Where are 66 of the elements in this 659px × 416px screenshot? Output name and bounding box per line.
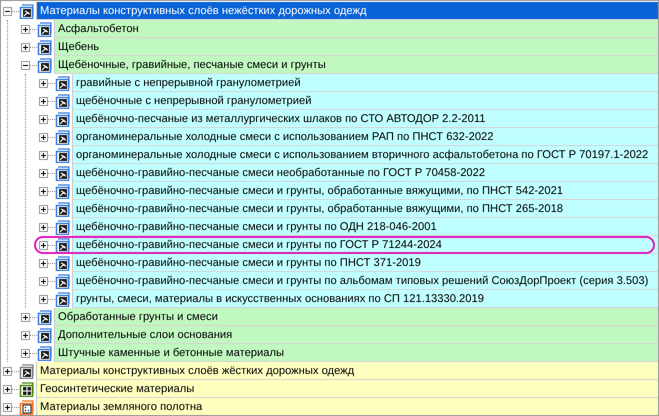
expand-toggle[interactable] bbox=[39, 240, 48, 250]
expand-toggle[interactable] bbox=[21, 42, 30, 52]
expand-toggle[interactable] bbox=[21, 24, 30, 34]
material-icon bbox=[55, 130, 70, 144]
expand-toggle[interactable] bbox=[21, 330, 30, 340]
expand-toggle[interactable] bbox=[3, 384, 12, 394]
tree-item[interactable]: щебёночно-гравийно-песчаные смеси и грунты по ПНСТ 371-2019 bbox=[72, 254, 658, 272]
tree-item[interactable]: Щебёночные, гравийные, песчаные смеси и грунты bbox=[54, 56, 658, 74]
expand-toggle[interactable] bbox=[39, 78, 48, 88]
tree-item[interactable]: Дополнительные слои основания bbox=[54, 326, 658, 344]
expand-toggle[interactable] bbox=[39, 114, 48, 124]
material-icon bbox=[37, 22, 52, 36]
expand-toggle[interactable] bbox=[39, 294, 48, 304]
material-icon bbox=[55, 94, 70, 108]
tree-item[interactable]: Материалы конструктивных слоёв нежёстких дорожных одежд bbox=[36, 2, 658, 20]
material-icon bbox=[19, 4, 34, 18]
tree-item[interactable]: Геосинтетические материалы bbox=[36, 380, 658, 398]
expand-toggle[interactable] bbox=[39, 204, 48, 214]
material-icon bbox=[55, 274, 70, 288]
material-icon bbox=[55, 256, 70, 270]
tree-item[interactable]: щебёночно-гравийно-песчаные смеси и грунты по ОДН 218-046-2001 bbox=[72, 218, 658, 236]
expand-toggle[interactable] bbox=[39, 96, 48, 106]
expand-toggle[interactable] bbox=[3, 366, 12, 376]
material-icon bbox=[55, 184, 70, 198]
tree-item[interactable]: грунты, смеси, материалы в искусственных основаниях по СП 121.13330.2019 bbox=[72, 290, 658, 308]
material-icon bbox=[55, 148, 70, 162]
material-icon bbox=[37, 58, 52, 72]
expand-toggle[interactable] bbox=[39, 222, 48, 232]
material-icon bbox=[55, 76, 70, 90]
expand-toggle[interactable] bbox=[39, 258, 48, 268]
tree-item[interactable]: гравийные с непрерывной гранулометрией bbox=[72, 74, 658, 92]
material-icon bbox=[55, 166, 70, 180]
tree-item[interactable]: щебёночно-песчаные из металлургических шлаков по СТО АВТОДОР 2.2-2011 bbox=[72, 110, 658, 128]
material-icon bbox=[37, 40, 52, 54]
expand-toggle[interactable] bbox=[3, 402, 12, 412]
expand-toggle[interactable] bbox=[21, 60, 30, 70]
tree-item[interactable]: Щебень bbox=[54, 38, 658, 56]
tree-item[interactable]: щебёночные с непрерывной гранулометрией bbox=[72, 92, 658, 110]
expand-toggle[interactable] bbox=[39, 150, 48, 160]
tree-item[interactable]: органоминеральные холодные смеси с использованием вторичного асфальтобетона по ГОСТ Р 70197.1-2022 bbox=[72, 146, 658, 164]
expand-toggle[interactable] bbox=[39, 132, 48, 142]
tree-item[interactable]: щебёночно-гравийно-песчаные смеси и грунты, обработанные вяжущими, по ПНСТ 265-2018 bbox=[72, 200, 658, 218]
tree-item[interactable]: Штучные каменные и бетонные материалы bbox=[54, 344, 658, 362]
expand-toggle[interactable] bbox=[21, 312, 30, 322]
material-icon bbox=[55, 292, 70, 306]
material-icon bbox=[55, 112, 70, 126]
material-icon bbox=[55, 202, 70, 216]
material-icon bbox=[37, 346, 52, 360]
material-icon bbox=[55, 238, 70, 252]
tree-item[interactable]: Материалы земляного полотна bbox=[36, 398, 658, 415]
tree-item[interactable]: Асфальтобетон bbox=[54, 20, 658, 38]
tree-item[interactable]: Материалы конструктивных слоёв жёстких дорожных одежд bbox=[36, 362, 658, 380]
material-icon bbox=[55, 220, 70, 234]
material-icon bbox=[19, 382, 34, 396]
tree-item[interactable]: щебёночно-гравийно-песчаные смеси и грунты по альбомам типовых решений СоюзДорПроект (серия 3.503) bbox=[72, 272, 658, 290]
expand-toggle[interactable] bbox=[3, 6, 12, 16]
expand-toggle[interactable] bbox=[39, 168, 48, 178]
expand-toggle[interactable] bbox=[21, 348, 30, 358]
tree-item[interactable]: органоминеральные холодные смеси с использованием РАП по ПНСТ 632-2022 bbox=[72, 128, 658, 146]
expand-toggle[interactable] bbox=[39, 276, 48, 286]
tree-item[interactable]: щебёночно-гравийно-песчаные смеси необработанные по ГОСТ Р 70458-2022 bbox=[72, 164, 658, 182]
material-icon bbox=[37, 310, 52, 324]
tree-item[interactable]: щебёночно-гравийно-песчаные смеси и грунты, обработанные вяжущими, по ПНСТ 542-2021 bbox=[72, 182, 658, 200]
material-icon bbox=[37, 328, 52, 342]
tree-item[interactable]: Обработанные грунты и смеси bbox=[54, 308, 658, 326]
expand-toggle[interactable] bbox=[39, 186, 48, 196]
